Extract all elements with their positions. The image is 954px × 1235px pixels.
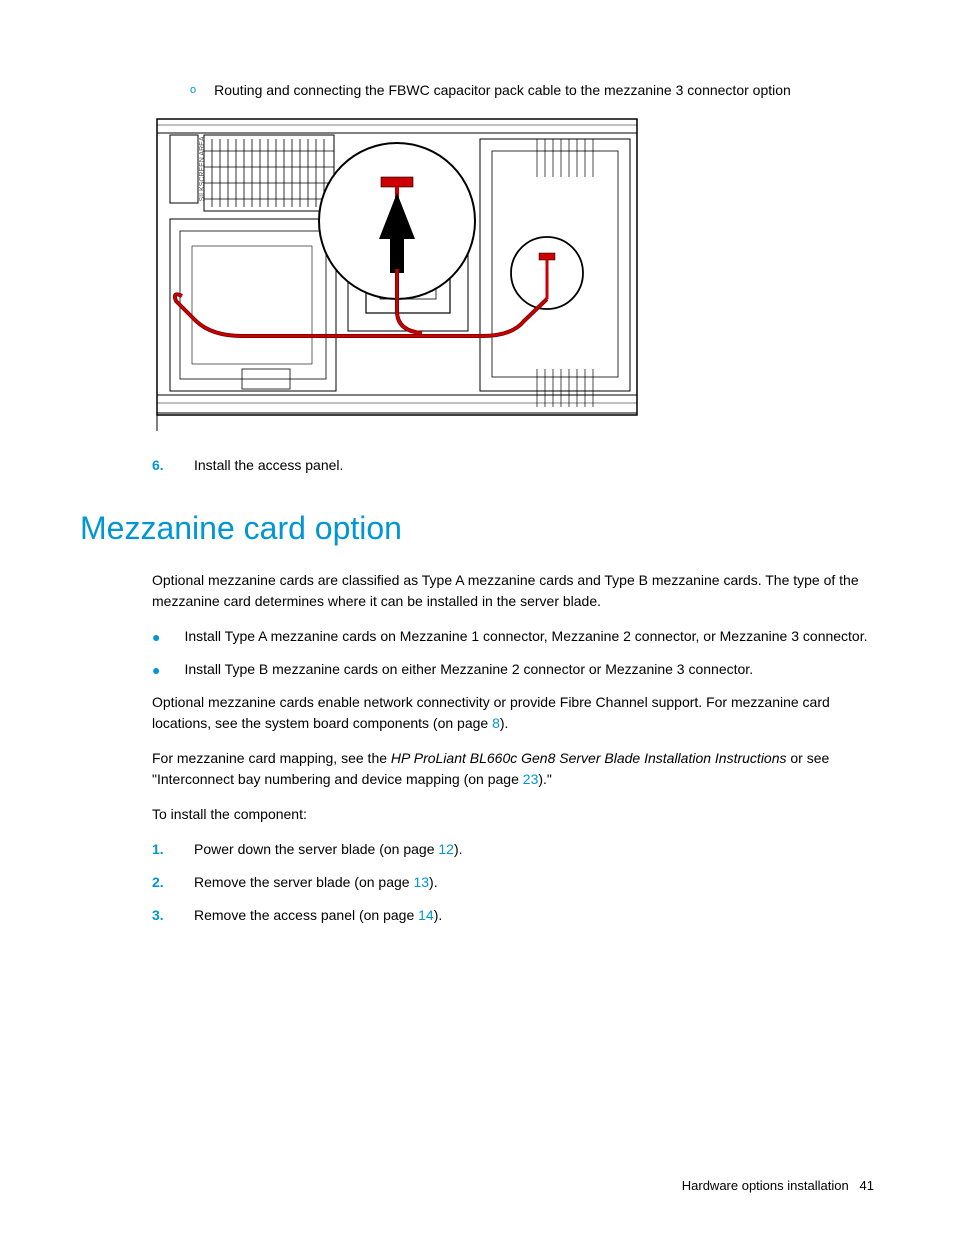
step-number: 3.: [152, 905, 170, 926]
sub-bullet-icon: o: [190, 82, 196, 103]
step-number: 1.: [152, 839, 170, 860]
paragraph-4: To install the component:: [152, 804, 874, 825]
para3-prefix: For mezzanine card mapping, see the: [152, 750, 391, 766]
step-suffix: ).: [429, 874, 438, 890]
page-footer: Hardware options installation 41: [682, 1176, 874, 1196]
diagram-container: SILKSCREEN AREA: [152, 111, 874, 437]
step-suffix: ).: [434, 907, 443, 923]
step-text: Install the access panel.: [194, 455, 343, 476]
step-text: Remove the server blade (on page 13).: [194, 872, 438, 893]
bullet-icon: ●: [152, 660, 160, 681]
bullet-item: ● Install Type A mezzanine cards on Mezz…: [152, 626, 874, 647]
page-link-23[interactable]: 23: [523, 771, 539, 787]
sub-list-item: o Routing and connecting the FBWC capaci…: [190, 80, 874, 101]
step-number: 2.: [152, 872, 170, 893]
step-text: Remove the access panel (on page 14).: [194, 905, 442, 926]
step-prefix: Remove the access panel (on page: [194, 907, 418, 923]
footer-section: Hardware options installation: [682, 1178, 849, 1193]
page-link-8[interactable]: 8: [492, 715, 500, 731]
bullet-item: ● Install Type B mezzanine cards on eith…: [152, 659, 874, 680]
paragraph-3: For mezzanine card mapping, see the HP P…: [152, 748, 874, 790]
step-prefix: Power down the server blade (on page: [194, 841, 438, 857]
bullet-icon: ●: [152, 627, 160, 648]
page-link-13[interactable]: 13: [413, 874, 429, 890]
paragraph-2: Optional mezzanine cards enable network …: [152, 692, 874, 734]
step-suffix: ).: [454, 841, 463, 857]
install-step-2: 2. Remove the server blade (on page 13).: [152, 872, 874, 893]
section-heading: Mezzanine card option: [80, 504, 874, 552]
para3-suffix: ).": [538, 771, 552, 787]
paragraph-1: Optional mezzanine cards are classified …: [152, 570, 874, 612]
svg-text:SILKSCREEN AREA: SILKSCREEN AREA: [199, 136, 206, 201]
para2-suffix: ).: [500, 715, 509, 731]
step-prefix: Remove the server blade (on page: [194, 874, 413, 890]
install-step-1: 1. Power down the server blade (on page …: [152, 839, 874, 860]
sub-list-text: Routing and connecting the FBWC capacito…: [214, 80, 791, 101]
page-link-12[interactable]: 12: [438, 841, 454, 857]
install-step-3: 3. Remove the access panel (on page 14).: [152, 905, 874, 926]
bullet-text: Install Type B mezzanine cards on either…: [184, 659, 753, 680]
wiring-diagram-image: SILKSCREEN AREA: [152, 111, 642, 431]
step-6: 6. Install the access panel.: [152, 455, 874, 476]
bullet-text: Install Type A mezzanine cards on Mezzan…: [184, 626, 867, 647]
para3-italic: HP ProLiant BL660c Gen8 Server Blade Ins…: [391, 750, 787, 766]
para2-prefix: Optional mezzanine cards enable network …: [152, 694, 830, 731]
page-link-14[interactable]: 14: [418, 907, 434, 923]
step-text: Power down the server blade (on page 12)…: [194, 839, 463, 860]
footer-page-number: 41: [860, 1178, 874, 1193]
step-number: 6.: [152, 455, 170, 476]
